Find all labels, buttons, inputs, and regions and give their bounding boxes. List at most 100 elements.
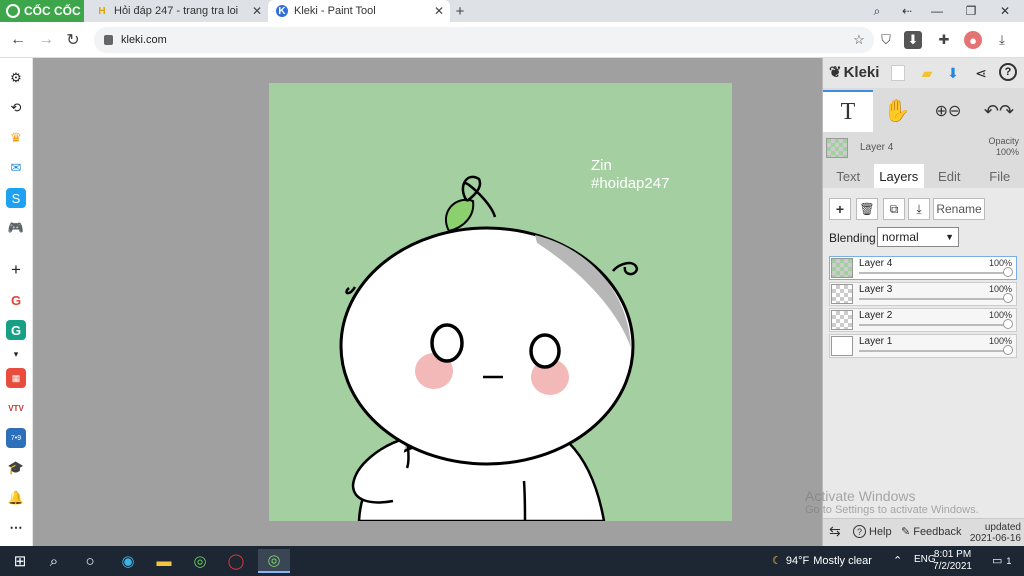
file-explorer-icon[interactable]: ▬ xyxy=(148,549,180,573)
game-controller-icon[interactable]: 🎮 xyxy=(6,218,26,238)
history-icon[interactable]: ⟲ xyxy=(6,98,26,118)
show-hidden-icons-chevron-icon[interactable]: ⌃ xyxy=(893,554,902,567)
vtv-icon[interactable]: VTV xyxy=(6,398,26,418)
bell-icon[interactable]: 🔔 xyxy=(6,488,26,508)
windows-start-icon[interactable]: ⊞ xyxy=(4,549,36,573)
layer-opacity-knob[interactable] xyxy=(1003,267,1013,277)
tab-edit[interactable]: Edit xyxy=(924,164,975,188)
layer-row-1[interactable]: Layer 1 100% xyxy=(829,334,1017,358)
share-icon[interactable]: ⋖ xyxy=(971,63,991,83)
graduation-cap-icon[interactable]: 🎓 xyxy=(6,458,26,478)
layer-opacity-slider[interactable] xyxy=(859,298,1009,300)
back-arrow-icon[interactable]: ⇠ xyxy=(892,0,922,22)
close-tab-icon[interactable]: ✕ xyxy=(434,4,444,18)
opera-icon[interactable]: ◯ xyxy=(220,549,252,573)
layer-opacity-knob[interactable] xyxy=(1003,319,1013,329)
crown-icon[interactable]: ♛ xyxy=(6,128,26,148)
blending-select[interactable]: normal ▼ xyxy=(877,227,959,247)
more-options-icon[interactable]: ⋯ xyxy=(6,518,26,538)
coccoc-menu-button[interactable]: CỐC CỐC xyxy=(0,0,84,22)
tab-hoidap247[interactable]: H Hỏi đáp 247 - trang tra loi ✕ xyxy=(88,0,268,22)
grammar-g-icon[interactable]: G xyxy=(6,320,26,340)
delete-layer-button[interactable]: 🗑 xyxy=(856,198,878,220)
bookmark-star-icon[interactable]: ☆ xyxy=(850,31,868,49)
layer-thumbnail xyxy=(831,336,853,356)
weather-widget[interactable]: ☾ 94°F Mostly clear xyxy=(772,554,872,568)
moon-icon: ☾ xyxy=(772,555,782,567)
help-link[interactable]: ? Help xyxy=(853,525,892,538)
layer-thumbnail xyxy=(831,284,853,304)
reload-button[interactable]: ↻ xyxy=(63,30,83,50)
merge-layer-button[interactable]: ⤓ xyxy=(908,198,930,220)
undo-redo-icon[interactable]: ↶↷ xyxy=(975,90,1023,132)
chevron-down-icon[interactable]: ▾ xyxy=(6,344,26,364)
open-folder-icon[interactable]: ▰ xyxy=(917,63,937,83)
layer-thumbnail xyxy=(831,258,853,278)
swap-arrows-icon[interactable]: ⇆ xyxy=(829,523,841,540)
notification-icon: ▭ xyxy=(992,555,1003,567)
zoom-in-out-icon[interactable]: ⊕⊖ xyxy=(923,90,973,132)
forward-button[interactable]: → xyxy=(36,30,56,50)
download-video-icon[interactable]: ⬇ xyxy=(904,31,922,49)
messenger-icon[interactable]: ✉ xyxy=(6,158,26,178)
feedback-link[interactable]: ✎ Feedback xyxy=(901,525,962,539)
extensions-puzzle-icon[interactable]: ✚ xyxy=(935,31,953,49)
shopping-icon[interactable]: ▦ xyxy=(6,368,26,388)
tab-text[interactable]: Text xyxy=(823,164,874,188)
search-icon[interactable]: ⌕ xyxy=(38,549,70,573)
tab-search-icon[interactable]: ⌕ xyxy=(862,0,892,22)
save-download-icon[interactable]: ⬇ xyxy=(943,63,963,83)
settings-gear-icon[interactable]: ⚙ xyxy=(6,68,26,88)
coccoc-active-window-icon[interactable]: ◎ xyxy=(258,549,290,573)
kleki-header: ❦ Kleki ▰ ⬇ ⋖ ? xyxy=(823,58,1024,88)
minimize-button[interactable]: — xyxy=(922,0,952,22)
url-input[interactable]: kleki.com xyxy=(94,27,874,53)
layer-row-2[interactable]: Layer 2 100% xyxy=(829,308,1017,332)
add-shortcut-icon[interactable]: + xyxy=(6,260,26,280)
edge-browser-icon[interactable]: ◉ xyxy=(112,549,144,573)
skype-icon[interactable]: S xyxy=(6,188,26,208)
layer-opacity-slider[interactable] xyxy=(859,272,1009,274)
downloads-icon[interactable]: ⤓ xyxy=(993,31,1011,49)
activate-windows-watermark: Activate Windows Go to Settings to activ… xyxy=(805,488,979,516)
help-question-icon[interactable]: ? xyxy=(999,63,1017,81)
kleki-logo[interactable]: ❦ Kleki xyxy=(829,63,879,82)
profile-avatar[interactable]: ● xyxy=(964,31,982,49)
close-tab-icon[interactable]: ✕ xyxy=(252,4,262,18)
tab-layers[interactable]: Layers xyxy=(873,164,924,188)
current-layer-opacity[interactable]: Opacity 100% xyxy=(988,136,1019,158)
taskbar-clock[interactable]: 8:01 PM 7/2/2021 xyxy=(933,549,972,573)
rename-layer-button[interactable]: Rename xyxy=(933,198,985,220)
cortana-circle-icon[interactable]: ○ xyxy=(74,549,106,573)
new-tab-button[interactable]: + xyxy=(452,0,468,22)
back-button[interactable]: ← xyxy=(8,30,28,50)
shield-icon[interactable]: ⛉ xyxy=(877,31,895,49)
add-layer-button[interactable]: + xyxy=(829,198,851,220)
tab-file[interactable]: File xyxy=(975,164,1024,188)
layer-opacity-knob[interactable] xyxy=(1003,293,1013,303)
notifications-button[interactable]: ▭ 1 xyxy=(992,554,1011,567)
tab-kleki[interactable]: K Kleki - Paint Tool ✕ xyxy=(268,0,450,22)
layer-thumbnail xyxy=(831,310,853,330)
drawing-workspace[interactable]: Zin #hoidap247 xyxy=(33,58,822,546)
news-icon[interactable]: 7•9 xyxy=(6,428,26,448)
kleki-favicon-icon: K xyxy=(276,5,288,17)
drawing-canvas[interactable]: Zin #hoidap247 xyxy=(269,83,732,521)
coccoc-taskbar-icon[interactable]: ◎ xyxy=(184,549,216,573)
layer-row-4[interactable]: Layer 4 100% xyxy=(829,256,1017,280)
current-layer-thumbnail xyxy=(826,138,848,158)
maximize-button[interactable]: ❐ xyxy=(956,0,986,22)
layer-opacity-slider[interactable] xyxy=(859,350,1009,352)
close-window-button[interactable]: ✕ xyxy=(990,0,1020,22)
layer-opacity-slider[interactable] xyxy=(859,324,1009,326)
current-layer-info: Layer 4 Opacity 100% xyxy=(823,136,1024,162)
layer-row-3[interactable]: Layer 3 100% xyxy=(829,282,1017,306)
layer-opacity-knob[interactable] xyxy=(1003,345,1013,355)
updated-date[interactable]: updated 2021-06-16 xyxy=(970,522,1021,544)
google-icon[interactable]: G xyxy=(6,290,26,310)
duplicate-layer-button[interactable]: ⧉ xyxy=(883,198,905,220)
hand-tool-icon[interactable]: ✋ xyxy=(875,90,919,132)
chevron-down-icon: ▼ xyxy=(945,232,954,242)
new-file-icon[interactable] xyxy=(891,65,905,81)
text-tool-icon[interactable]: T xyxy=(823,90,873,132)
